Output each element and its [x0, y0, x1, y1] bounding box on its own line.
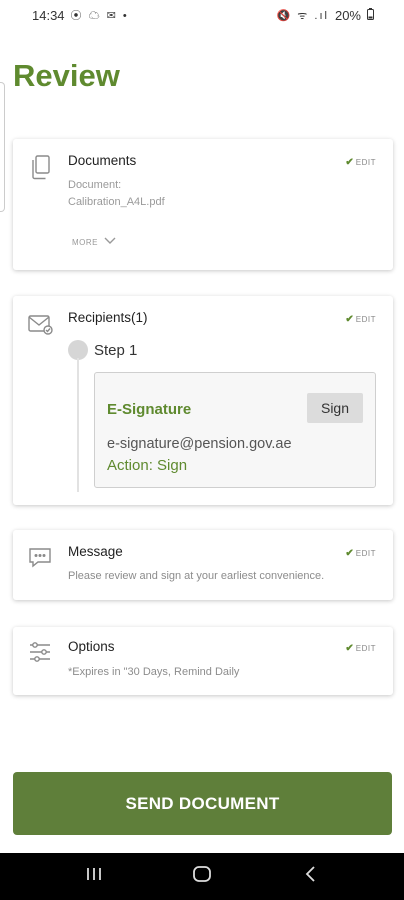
home-button[interactable] — [172, 857, 232, 897]
document-icon — [27, 153, 55, 181]
options-edit-link[interactable]: ✔ EDIT — [345, 643, 376, 654]
recent-apps-button[interactable] — [64, 857, 124, 897]
pencil-icon: ✔ — [345, 314, 354, 325]
back-icon — [304, 865, 316, 888]
edit-label: EDIT — [355, 549, 376, 558]
back-button[interactable] — [280, 857, 340, 897]
sliders-icon — [27, 639, 55, 667]
documents-edit-link[interactable]: ✔ EDIT — [345, 157, 376, 168]
edit-label: EDIT — [355, 315, 376, 324]
more-toggle[interactable]: MORE — [72, 237, 116, 247]
sign-button[interactable]: Sign — [307, 393, 363, 423]
pencil-icon: ✔ — [345, 548, 354, 559]
signer-box: E-Signature Sign e-signature@pension.gov… — [94, 372, 376, 488]
battery-icon — [367, 7, 374, 23]
envelope-icon — [27, 310, 55, 338]
more-label: MORE — [72, 237, 98, 247]
page-title: Review — [13, 58, 120, 93]
recipients-card: Recipients(1) ✔ EDIT Step 1 E-Signature … — [13, 296, 393, 505]
signer-role: E-Signature — [107, 401, 192, 418]
document-info: Document: Calibration_A4L.pdf — [68, 177, 165, 211]
edit-label: EDIT — [355, 644, 376, 653]
edge-panel-handle[interactable] — [0, 82, 5, 212]
message-edit-link[interactable]: ✔ EDIT — [345, 548, 376, 559]
document-name: Calibration_A4L.pdf — [68, 196, 165, 208]
system-nav-bar — [0, 853, 404, 900]
status-left: 14:34 ⦿ ☁ ✉ • — [32, 7, 129, 23]
message-title: Message — [68, 544, 123, 559]
status-bar: 14:34 ⦿ ☁ ✉ • 🔇 ᯤ .ıl 20% — [0, 0, 404, 30]
notification-icons: ⦿ ☁ ✉ • — [70, 10, 129, 22]
documents-title: Documents — [68, 153, 137, 168]
options-card: Options ✔ EDIT *Expires in "30 Days, Rem… — [13, 627, 393, 695]
recent-apps-icon — [85, 866, 103, 887]
message-text: Please review and sign at your earliest … — [68, 570, 325, 582]
send-document-button[interactable]: SEND DOCUMENT — [13, 772, 392, 835]
chevron-down-icon — [104, 237, 116, 247]
pencil-icon: ✔ — [345, 157, 354, 168]
document-label: Document: — [68, 179, 122, 191]
options-text: *Expires in "30 Days, Remind Daily — [68, 666, 240, 678]
step-indicator — [68, 340, 88, 360]
status-time: 14:34 — [32, 7, 65, 23]
home-icon — [192, 864, 212, 889]
signal-icons: 🔇 ᯤ .ıl — [276, 9, 329, 22]
step-label: Step 1 — [94, 342, 138, 359]
recipients-title: Recipients(1) — [68, 310, 148, 325]
status-right: 🔇 ᯤ .ıl 20% — [276, 7, 374, 23]
message-card: Message ✔ EDIT Please review and sign at… — [13, 530, 393, 600]
recipients-edit-link[interactable]: ✔ EDIT — [345, 314, 376, 325]
signer-email: e-signature@pension.gov.ae — [107, 436, 292, 452]
edit-label: EDIT — [355, 158, 376, 167]
pencil-icon: ✔ — [345, 643, 354, 654]
step-connector — [77, 358, 79, 492]
signer-action: Action: Sign — [107, 457, 188, 474]
options-title: Options — [68, 639, 115, 654]
documents-card: Documents ✔ EDIT Document: Calibration_A… — [13, 139, 393, 270]
chat-icon — [27, 544, 55, 572]
battery-level: 20% — [334, 7, 361, 23]
